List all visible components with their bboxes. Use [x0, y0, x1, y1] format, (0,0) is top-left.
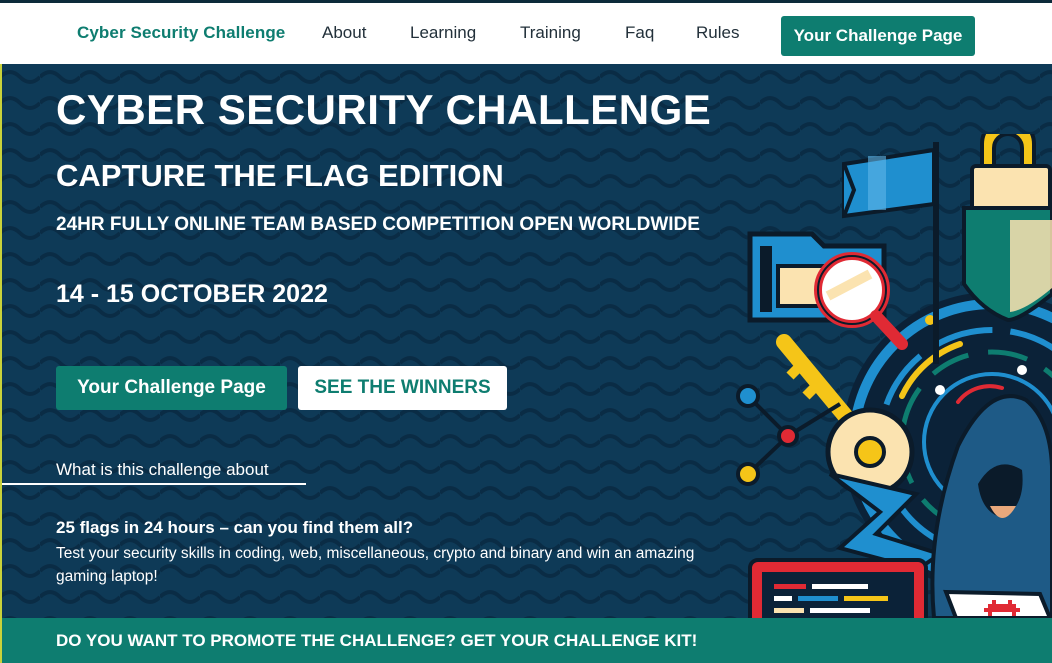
challenge-about-link[interactable]: What is this challenge about [56, 460, 269, 480]
challenge-page-button[interactable]: Your Challenge Page [56, 366, 287, 410]
magnifying-glass-icon [814, 252, 908, 350]
teaser-text: Test your security skills in coding, web… [56, 545, 695, 585]
padlock-icon [962, 134, 1052, 323]
cyber-security-illustration [736, 134, 1052, 618]
hero-section: CYBER SECURITY CHALLENGE CAPTURE THE FLA… [0, 64, 1052, 618]
nav-link-about[interactable]: About [322, 23, 366, 43]
challenge-kit-link[interactable]: DO YOU WANT TO PROMOTE THE CHALLENGE? GE… [56, 631, 697, 651]
about-link-underline [0, 483, 306, 485]
hero-tagline: 24HR FULLY ONLINE TEAM BASED COMPETITION… [56, 214, 700, 235]
nav-link-training[interactable]: Training [520, 23, 581, 43]
teaser-title: 25 flags in 24 hours – can you find them… [56, 518, 414, 537]
nav-link-rules[interactable]: Rules [696, 23, 739, 43]
page-left-edge [0, 64, 2, 663]
top-navigation: Cyber Security Challenge About Learning … [0, 0, 1052, 64]
nav-link-faq[interactable]: Faq [625, 23, 654, 43]
nav-link-learning[interactable]: Learning [410, 23, 476, 43]
promo-banner: DO YOU WANT TO PROMOTE THE CHALLENGE? GE… [0, 618, 1052, 663]
hero-subtitle: CAPTURE THE FLAG EDITION [56, 158, 504, 193]
nav-challenge-page-button[interactable]: Your Challenge Page [781, 16, 975, 56]
hero-title: CYBER SECURITY CHALLENGE [56, 86, 712, 133]
laptop-icon [943, 589, 1052, 618]
event-dates: 14 - 15 OCTOBER 2022 [56, 280, 328, 308]
see-winners-button[interactable]: SEE THE WINNERS [298, 366, 507, 410]
code-screen-icon [748, 558, 928, 618]
brand-link[interactable]: Cyber Security Challenge [77, 23, 285, 43]
